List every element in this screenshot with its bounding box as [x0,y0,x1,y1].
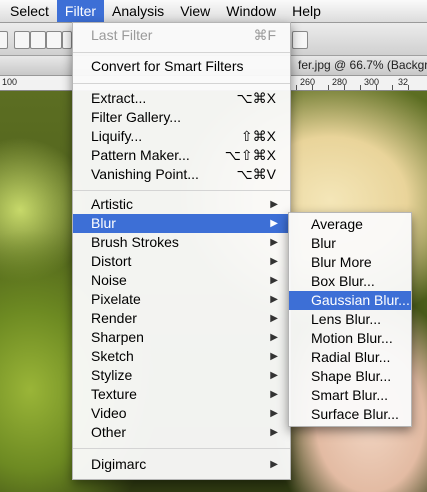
menu-help[interactable]: Help [284,0,329,22]
menu-item-motion-blur[interactable]: Motion Blur... [289,329,411,348]
menu-item-average[interactable]: Average [289,215,411,234]
menu-item-vanishing-point[interactable]: Vanishing Point... ⌥⌘V [73,165,290,184]
menu-item-noise[interactable]: Noise ▶ [73,271,290,290]
submenu-arrow-icon: ▶ [270,389,278,400]
menu-item-artistic[interactable]: Artistic ▶ [73,195,290,214]
menu-item-surface-blur[interactable]: Surface Blur... [289,405,411,424]
submenu-arrow-icon: ▶ [270,294,278,305]
menu-item-brush-strokes[interactable]: Brush Strokes ▶ [73,233,290,252]
align-icon[interactable] [0,31,8,49]
document-title: fer.jpg @ 66.7% (Backgr [298,58,427,72]
submenu-arrow-icon: ▶ [270,275,278,286]
menu-view[interactable]: View [172,0,218,22]
menu-bar: Select Filter Analysis View Window Help [0,0,427,23]
menu-item-pattern-maker[interactable]: Pattern Maker... ⌥⇧⌘X [73,146,290,165]
menu-item-render[interactable]: Render ▶ [73,309,290,328]
menu-item-digimarc[interactable]: Digimarc ▶ [73,455,290,474]
menu-select[interactable]: Select [0,0,57,22]
submenu-arrow-icon: ▶ [270,351,278,362]
submenu-arrow-icon: ▶ [270,459,278,470]
blur-submenu: Average Blur Blur More Box Blur... Gauss… [288,212,412,427]
align-center-icon[interactable] [30,31,46,49]
ruler-label: 100 [2,77,18,87]
menu-separator [73,83,290,84]
filter-menu: Last Filter ⌘F Convert for Smart Filters… [72,22,291,480]
submenu-arrow-icon: ▶ [270,332,278,343]
submenu-arrow-icon: ▶ [270,427,278,438]
align-left-icon[interactable] [14,31,30,49]
menu-item-liquify[interactable]: Liquify... ⇧⌘X [73,127,290,146]
menu-item-video[interactable]: Video ▶ [73,404,290,423]
menu-item-pixelate[interactable]: Pixelate ▶ [73,290,290,309]
menu-item-texture[interactable]: Texture ▶ [73,385,290,404]
menu-item-sharpen[interactable]: Sharpen ▶ [73,328,290,347]
menu-item-extract[interactable]: Extract... ⌥⌘X [73,89,290,108]
menu-item-last-filter: Last Filter ⌘F [91,27,276,43]
submenu-arrow-icon: ▶ [270,199,278,210]
menu-item-blur-more[interactable]: Blur More [289,253,411,272]
distribute-right-icon[interactable] [292,31,308,49]
submenu-arrow-icon: ▶ [270,256,278,267]
distribute-icon[interactable] [62,31,72,49]
menu-item-smart-blur[interactable]: Smart Blur... [289,386,411,405]
submenu-arrow-icon: ▶ [270,370,278,381]
menu-separator [73,52,290,53]
align-right-icon[interactable] [46,31,62,49]
menu-item-blur[interactable]: Blur [289,234,411,253]
menu-item-blur[interactable]: Blur ▶ [73,214,290,233]
menu-item-stylize[interactable]: Stylize ▶ [73,366,290,385]
menu-item-lens-blur[interactable]: Lens Blur... [289,310,411,329]
submenu-arrow-icon: ▶ [270,313,278,324]
menu-item-radial-blur[interactable]: Radial Blur... [289,348,411,367]
submenu-arrow-icon: ▶ [270,237,278,248]
menu-item-shape-blur[interactable]: Shape Blur... [289,367,411,386]
menu-window[interactable]: Window [218,0,284,22]
menu-analysis[interactable]: Analysis [104,0,172,22]
menu-item-distort[interactable]: Distort ▶ [73,252,290,271]
menu-separator [73,448,290,449]
menu-item-filter-gallery[interactable]: Filter Gallery... [73,108,290,127]
menu-item-gaussian-blur[interactable]: Gaussian Blur... [289,291,411,310]
submenu-arrow-icon: ▶ [270,218,278,229]
submenu-arrow-icon: ▶ [270,408,278,419]
menu-filter[interactable]: Filter [56,0,105,22]
menu-item-sketch[interactable]: Sketch ▶ [73,347,290,366]
menu-item-box-blur[interactable]: Box Blur... [289,272,411,291]
menu-item-convert-smart-filters[interactable]: Convert for Smart Filters [73,57,290,76]
menu-separator [73,190,290,191]
ruler-label: 32 [398,77,409,87]
menu-item-other[interactable]: Other ▶ [73,423,290,442]
